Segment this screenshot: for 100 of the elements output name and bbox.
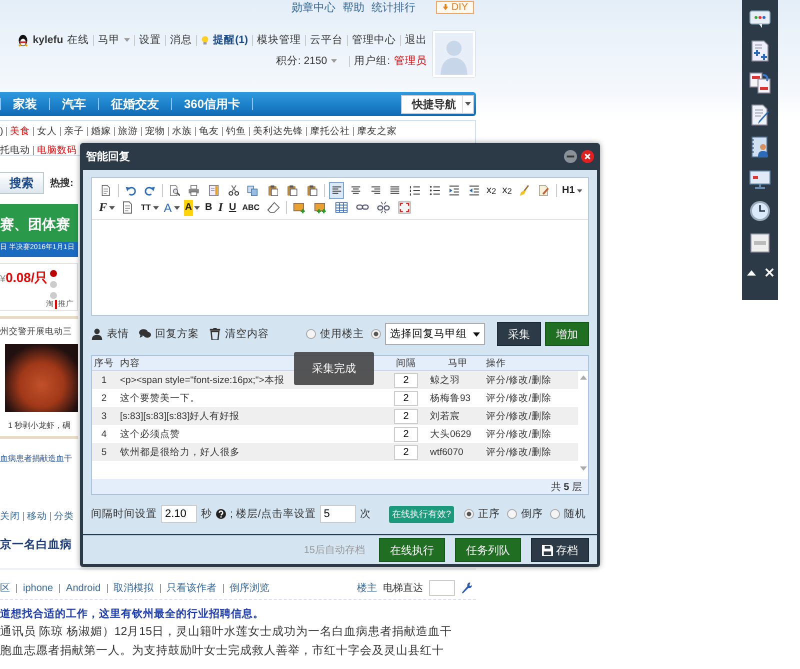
thread-tool-link[interactable]: 取消模拟 — [114, 581, 154, 595]
heading-dropdown[interactable]: H1 — [560, 182, 576, 199]
speech-bubble-icon[interactable] — [749, 8, 771, 30]
photo-placeholder[interactable] — [5, 344, 78, 412]
caret-icon[interactable] — [174, 206, 180, 210]
category-link[interactable]: 亲子 — [64, 124, 84, 138]
font-size-dropdown[interactable]: TT — [140, 200, 152, 216]
category-link[interactable]: 托电动 — [0, 144, 30, 156]
top-link[interactable]: 帮助 — [342, 0, 364, 14]
interval-input[interactable]: 2 — [394, 390, 418, 406]
nav-item[interactable]: 汽车 — [62, 96, 86, 112]
user-menu-link[interactable]: 消息 — [170, 33, 192, 47]
italic-button[interactable]: I — [217, 200, 224, 216]
strikethrough-button[interactable]: ABC — [241, 200, 261, 216]
broken-link-icon[interactable] — [374, 199, 392, 216]
person-icon[interactable] — [91, 328, 103, 340]
category-link[interactable]: 女人 — [37, 124, 58, 138]
caret-icon[interactable] — [194, 206, 200, 210]
top-link[interactable]: 勋章中心 — [291, 0, 336, 14]
save-button[interactable]: 存档 — [531, 538, 589, 562]
category-link[interactable]: 宠物 — [145, 124, 166, 138]
carousel-dot[interactable] — [50, 292, 58, 299]
alias-menu[interactable]: 马甲 — [98, 33, 120, 47]
caret-icon[interactable] — [109, 206, 116, 210]
news-title[interactable]: 州交警开展电动三 — [0, 326, 72, 338]
category-link[interactable]: 龟友 — [199, 124, 220, 138]
thread-action-link[interactable]: 分类 — [54, 510, 74, 523]
document-plus-icon[interactable] — [749, 40, 771, 62]
align-left-icon[interactable] — [328, 182, 344, 200]
carousel-dot[interactable] — [50, 281, 58, 288]
font-color-dropdown[interactable]: A — [162, 200, 173, 216]
caret-icon[interactable] — [152, 206, 159, 210]
alias-group-select[interactable]: 选择回复马甲组 — [385, 323, 485, 346]
category-link[interactable]: 旅游 — [118, 124, 138, 138]
floor-field[interactable]: 5 — [320, 505, 356, 524]
row-actions-link[interactable]: 评分/修改/删除 — [486, 428, 552, 440]
floor-owner-link[interactable]: 楼主 — [357, 581, 377, 595]
category-link[interactable]: 美利达先锋 — [253, 124, 304, 138]
row-actions-link[interactable]: 评分/修改/删除 — [486, 392, 552, 404]
thread-tool-link[interactable]: 区 — [0, 581, 10, 595]
category-link[interactable]: ) — [0, 126, 4, 136]
top-link[interactable]: 统计排行 — [371, 0, 416, 14]
caret-icon[interactable] — [576, 188, 582, 193]
category-link[interactable]: 水族 — [172, 124, 192, 138]
close-icon[interactable] — [581, 150, 594, 164]
interval-input[interactable]: 2 — [394, 372, 418, 388]
editor-action-link[interactable]: 表情 — [107, 327, 129, 342]
documents-icon[interactable] — [749, 72, 771, 94]
news-link[interactable]: 血病患者捐献造血干 — [0, 453, 72, 464]
username-link[interactable]: kylefu — [32, 34, 64, 46]
interval-input[interactable]: 2 — [394, 408, 418, 424]
interval-field[interactable]: 2.10 — [161, 505, 197, 524]
points-menu[interactable]: 积分: 2150 — [276, 54, 328, 68]
user-menu-link[interactable]: 管理中心 — [352, 33, 396, 47]
row-actions-link[interactable]: 评分/修改/删除 — [486, 446, 552, 458]
thread-action-link[interactable]: 移动 — [27, 510, 47, 523]
wrench-icon[interactable] — [461, 581, 472, 595]
editor-action-link[interactable]: 清空内容 — [225, 327, 269, 342]
run-online-button[interactable]: 在线执行 — [379, 538, 445, 562]
category-link[interactable]: 钓鱼 — [226, 124, 246, 138]
help-icon[interactable] — [216, 509, 226, 520]
reminder-link[interactable]: 提醒(1) — [213, 33, 248, 47]
notice-text[interactable]: 道想找合适的工作，这里有钦州最全的行业招聘信息。 — [0, 607, 476, 621]
user-menu-link[interactable]: 云平台 — [310, 33, 343, 47]
thread-tool-link[interactable]: 倒序浏览 — [230, 581, 270, 595]
chat-bubbles-icon[interactable] — [139, 328, 151, 340]
frame-icon[interactable] — [396, 199, 413, 216]
nav-item[interactable]: 360信用卡 — [184, 96, 240, 112]
thread-tool-link[interactable]: iphone — [23, 582, 54, 594]
add-button[interactable]: 增加 — [545, 322, 589, 346]
category-link[interactable]: 婚嫁 — [91, 124, 112, 138]
monitor-icon[interactable] — [749, 168, 771, 190]
thread-tool-link[interactable]: Android — [66, 582, 100, 594]
thread-action-link[interactable]: 关闭 — [0, 510, 20, 523]
radio-button[interactable] — [507, 509, 517, 520]
clock-icon[interactable] — [749, 200, 771, 222]
radio-button[interactable] — [306, 329, 316, 340]
nav-item[interactable]: 家装 — [13, 96, 37, 112]
category-link[interactable]: 电脑数码 — [37, 144, 77, 156]
user-menu-link[interactable]: 设置 — [139, 33, 162, 47]
radio-button[interactable] — [464, 509, 474, 520]
collect-button[interactable]: 采集 — [497, 322, 541, 346]
task-queue-button[interactable]: 任务列队 — [455, 538, 521, 562]
category-link[interactable]: 摩友之家 — [357, 124, 398, 138]
online-effective-badge[interactable]: 在线执行有效? — [388, 506, 454, 523]
interval-input[interactable]: 2 — [394, 426, 418, 442]
carousel-dot[interactable] — [50, 270, 58, 277]
thread-tool-link[interactable]: 只看该作者 — [166, 581, 216, 595]
user-menu-link[interactable]: 模块管理 — [257, 33, 301, 47]
edit-document-icon[interactable] — [749, 104, 771, 126]
editor-action-link[interactable]: 回复方案 — [155, 327, 199, 342]
radio-button[interactable] — [550, 509, 560, 520]
floor-input[interactable] — [429, 580, 455, 596]
minimize-icon[interactable] — [564, 150, 577, 164]
address-book-icon[interactable] — [749, 136, 771, 158]
nav-item[interactable]: 征婚交友 — [111, 96, 159, 112]
trash-icon[interactable] — [209, 328, 221, 340]
quick-nav-button[interactable]: 快捷导航 — [401, 94, 474, 114]
category-link[interactable]: 摩托公社 — [310, 124, 350, 138]
underline-button[interactable]: U — [228, 200, 238, 216]
